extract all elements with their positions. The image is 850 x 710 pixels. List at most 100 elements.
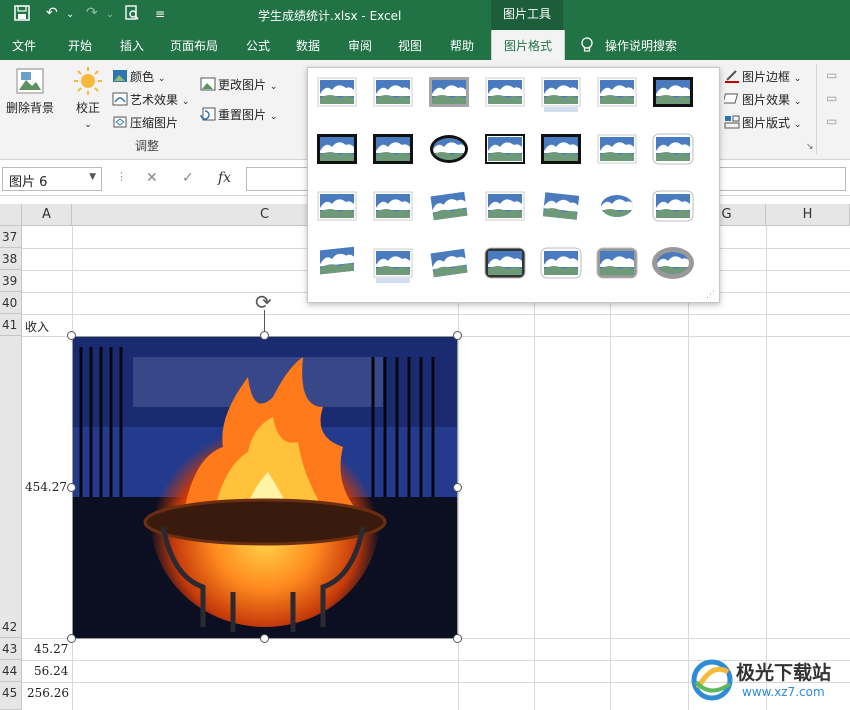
dialog-launcher-icon[interactable]: ↘ [806, 142, 814, 152]
bring-forward-icon[interactable]: ▭ [826, 68, 837, 82]
picture-style-thumbnail[interactable] [594, 131, 640, 171]
cell-a41[interactable]: 收入 [25, 318, 49, 335]
picture-style-thumbnail[interactable] [538, 131, 584, 171]
remove-background-button[interactable]: 删除背景 [4, 66, 56, 116]
tab-file[interactable]: 文件 [12, 37, 36, 54]
column-header-a[interactable]: A [22, 204, 72, 226]
resize-handle-top-right[interactable] [453, 331, 462, 340]
save-icon[interactable] [14, 5, 30, 25]
picture-style-thumbnail[interactable] [538, 245, 584, 285]
picture-style-thumbnail[interactable] [370, 245, 416, 285]
change-picture-button[interactable]: 更改图片 ⌄ [200, 76, 277, 93]
landscape-thumbnail-icon [317, 77, 357, 107]
color-button[interactable]: 颜色 ⌄ [112, 68, 165, 85]
tab-view[interactable]: 视图 [398, 37, 422, 54]
picture-style-thumbnail[interactable] [426, 131, 472, 171]
resize-handle-top[interactable] [260, 331, 269, 340]
redo-dropdown-icon[interactable]: ⌄ [106, 9, 114, 20]
corrections-button[interactable]: 校正 ⌄ [68, 66, 108, 130]
send-backward-icon[interactable]: ▭ [826, 91, 837, 105]
picture-style-thumbnail[interactable] [370, 131, 416, 171]
undo-dropdown-icon[interactable]: ⌄ [66, 9, 74, 20]
row-header-38[interactable]: 38 [0, 248, 22, 270]
tab-review[interactable]: 审阅 [348, 37, 372, 54]
cell-a42[interactable]: 454.27 [25, 480, 67, 494]
picture-style-thumbnail[interactable] [314, 74, 360, 114]
select-all-corner[interactable] [0, 204, 22, 226]
resize-handle-right[interactable] [453, 483, 462, 492]
landscape-thumbnail-icon [598, 192, 636, 220]
insert-function-icon[interactable]: fx [218, 170, 231, 186]
picture-style-thumbnail[interactable] [314, 188, 360, 228]
tab-data[interactable]: 数据 [296, 37, 320, 54]
compress-pictures-button[interactable]: 压缩图片 [112, 114, 178, 131]
name-box[interactable]: 图片 6 ▼ [2, 167, 102, 191]
undo-icon[interactable]: ↶ [46, 5, 58, 21]
picture-style-thumbnail[interactable] [314, 131, 360, 171]
picture-style-thumbnail[interactable] [594, 245, 640, 285]
color-icon [112, 69, 128, 83]
print-preview-icon[interactable] [124, 5, 140, 25]
picture-style-thumbnail[interactable] [314, 245, 360, 285]
tab-help[interactable]: 帮助 [450, 37, 474, 54]
tab-picture-format[interactable]: 图片格式 [491, 30, 566, 60]
picture-style-thumbnail[interactable] [426, 245, 472, 285]
resize-handle-top-left[interactable] [67, 331, 76, 340]
customize-qat-icon[interactable]: ≡ [155, 7, 165, 21]
chevron-down-icon[interactable]: ▼ [89, 172, 96, 182]
row-header-39[interactable]: 39 [0, 270, 22, 292]
picture-style-thumbnail[interactable] [538, 74, 584, 114]
picture-style-thumbnail[interactable] [482, 74, 528, 114]
tab-insert[interactable]: 插入 [120, 37, 144, 54]
row-header-44[interactable]: 44 [0, 660, 22, 682]
resize-handle-bottom[interactable] [260, 634, 269, 643]
resize-grip-icon[interactable]: ⋰ [706, 290, 715, 300]
picture-style-thumbnail[interactable] [650, 188, 696, 228]
tab-formulas[interactable]: 公式 [246, 37, 270, 54]
picture-style-thumbnail[interactable] [650, 131, 696, 171]
resize-handle-left[interactable] [67, 483, 76, 492]
tab-page-layout[interactable]: 页面布局 [170, 37, 218, 54]
enter-icon[interactable]: ✓ [182, 170, 194, 186]
picture-style-thumbnail[interactable] [538, 188, 584, 228]
picture-style-thumbnail[interactable] [482, 188, 528, 228]
redo-icon[interactable]: ↷ [86, 5, 98, 21]
picture-style-thumbnail[interactable] [370, 74, 416, 114]
row-header-40[interactable]: 40 [0, 292, 22, 314]
picture-style-thumbnail[interactable] [426, 74, 472, 114]
landscape-thumbnail-icon [373, 134, 413, 164]
cell-a45[interactable]: 256.26 [27, 686, 69, 700]
picture-style-thumbnail[interactable] [426, 188, 472, 228]
resize-handle-bottom-right[interactable] [453, 634, 462, 643]
selected-picture[interactable] [72, 336, 458, 639]
picture-effects-button[interactable]: 图片效果 ⌄ [722, 91, 801, 108]
picture-style-thumbnail[interactable] [594, 188, 640, 228]
row-header-43[interactable]: 43 [0, 638, 22, 660]
picture-style-thumbnail[interactable] [482, 131, 528, 171]
column-header-h[interactable]: H [766, 204, 850, 226]
picture-effects-icon [722, 92, 740, 106]
artistic-effects-button[interactable]: 艺术效果 ⌄ [112, 91, 189, 108]
resize-handle-bottom-left[interactable] [67, 634, 76, 643]
reset-picture-button[interactable]: 重置图片 ⌄ [200, 106, 277, 123]
cell-a44[interactable]: 56.24 [34, 664, 68, 678]
tell-me-search[interactable]: 操作说明搜索 [605, 37, 677, 54]
picture-style-thumbnail[interactable] [650, 74, 696, 114]
cell-a43[interactable]: 45.27 [34, 642, 68, 656]
row-header-41[interactable]: 41 [0, 314, 22, 336]
picture-styles-gallery[interactable]: ⋰ [307, 67, 720, 303]
picture-border-label: 图片边框 [742, 70, 791, 84]
picture-layout-button[interactable]: 图片版式 ⌄ [724, 114, 801, 131]
picture-style-thumbnail[interactable] [650, 245, 696, 285]
picture-style-thumbnail[interactable] [594, 74, 640, 114]
selection-pane-icon[interactable]: ▭ [826, 114, 837, 128]
row-header-45[interactable]: 45 [0, 682, 22, 710]
picture-style-thumbnail[interactable] [370, 188, 416, 228]
row-header-42[interactable]: 42 [0, 336, 22, 638]
picture-border-button[interactable]: 图片边框 ⌄ [724, 68, 801, 85]
picture-style-thumbnail[interactable] [482, 245, 528, 285]
chevron-down-icon: ⌄ [269, 112, 278, 122]
row-header-37[interactable]: 37 [0, 226, 22, 248]
tab-home[interactable]: 开始 [68, 37, 92, 54]
cancel-icon[interactable]: ✕ [146, 170, 158, 186]
